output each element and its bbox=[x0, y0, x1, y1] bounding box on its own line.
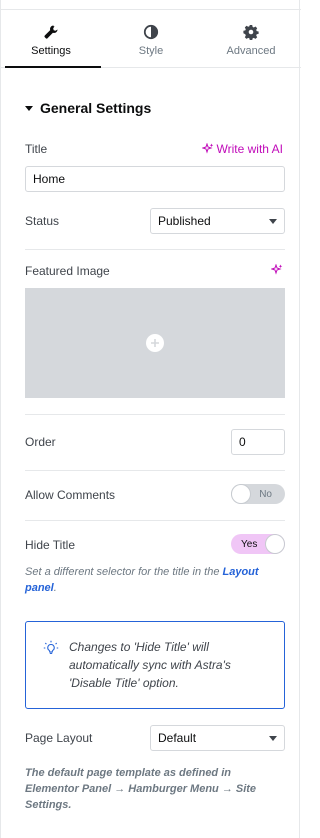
write-with-ai-button[interactable]: Write with AI bbox=[201, 142, 283, 156]
half-circle-icon bbox=[143, 24, 159, 40]
order-input[interactable] bbox=[231, 429, 285, 455]
divider bbox=[25, 470, 285, 471]
allow-comments-toggle[interactable]: No bbox=[231, 484, 285, 504]
sync-notice: Changes to 'Hide Title' will automatical… bbox=[25, 621, 285, 709]
tab-settings-label: Settings bbox=[31, 45, 71, 57]
featured-image-picker[interactable] bbox=[25, 288, 285, 398]
panel-tabs: Settings Style Advanced bbox=[1, 10, 301, 68]
page-layout-select[interactable]: Default bbox=[150, 725, 285, 751]
tab-advanced-label: Advanced bbox=[226, 45, 276, 57]
divider bbox=[25, 414, 285, 415]
tab-style-label: Style bbox=[138, 45, 164, 57]
allow-comments-label: Allow Comments bbox=[25, 488, 116, 502]
general-settings-header[interactable]: General Settings bbox=[25, 100, 151, 116]
divider bbox=[25, 520, 285, 521]
title-label: Title bbox=[25, 142, 48, 156]
toggle-knob bbox=[232, 485, 250, 503]
hide-title-description: Set a different selector for the title i… bbox=[25, 564, 275, 596]
add-image-icon bbox=[146, 334, 164, 352]
hide-title-toggle[interactable]: Yes bbox=[231, 534, 285, 554]
tab-style[interactable]: Style bbox=[101, 10, 201, 67]
dropdown-arrow-icon bbox=[269, 218, 277, 224]
page-layout-description: The default page template as defined in … bbox=[25, 767, 257, 811]
gear-icon bbox=[243, 25, 259, 40]
featured-image-label: Featured Image bbox=[25, 264, 110, 278]
tab-settings[interactable]: Settings bbox=[1, 10, 101, 68]
caret-down-icon bbox=[25, 105, 33, 111]
page-layout-label: Page Layout bbox=[25, 731, 93, 745]
order-label: Order bbox=[25, 435, 56, 449]
divider bbox=[25, 249, 285, 250]
section-title: General Settings bbox=[40, 100, 152, 116]
settings-panel: Settings Style Advanced General Settings… bbox=[0, 0, 301, 838]
description-suffix: . bbox=[53, 582, 57, 594]
tab-advanced[interactable]: Advanced bbox=[201, 10, 301, 67]
status-select[interactable]: Published bbox=[150, 208, 285, 234]
page-layout-value: Default bbox=[158, 731, 197, 745]
lightbulb-icon bbox=[43, 640, 59, 654]
status-value: Published bbox=[158, 214, 211, 228]
toggle-state: No bbox=[259, 488, 272, 500]
hide-title-label: Hide Title bbox=[25, 538, 76, 552]
description-text: Set a different selector for the title i… bbox=[25, 566, 223, 578]
toggle-state: Yes bbox=[241, 538, 258, 550]
write-with-ai-label: Write with AI bbox=[216, 142, 283, 156]
sparkle-icon bbox=[201, 143, 213, 154]
notice-text: Changes to 'Hide Title' will automatical… bbox=[69, 640, 231, 690]
dropdown-arrow-icon bbox=[269, 735, 277, 741]
wrench-icon bbox=[44, 25, 58, 39]
ai-sparkle-icon[interactable] bbox=[271, 264, 283, 276]
title-input[interactable] bbox=[25, 166, 285, 192]
panel-top-border bbox=[1, 0, 301, 10]
toggle-knob bbox=[266, 535, 284, 553]
status-label: Status bbox=[25, 214, 60, 228]
